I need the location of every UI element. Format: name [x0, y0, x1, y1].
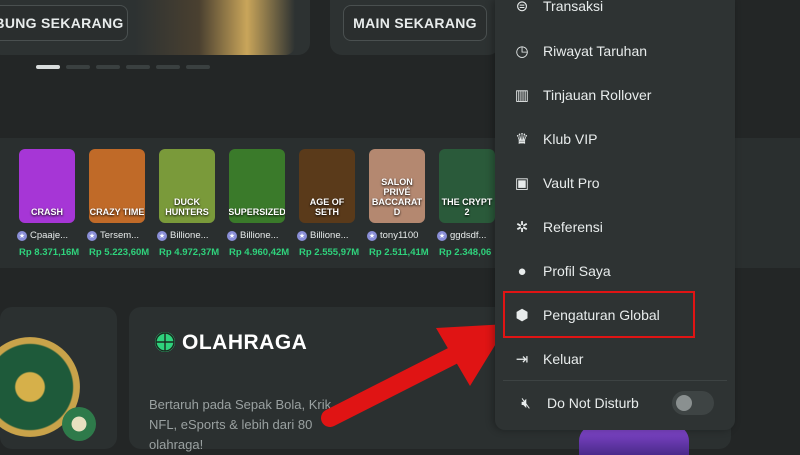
- dnd-label: Do Not Disturb: [547, 395, 639, 411]
- game-title: AGE OF SETH: [309, 197, 345, 217]
- winner-name[interactable]: ★ ggdsdf...: [437, 230, 486, 241]
- carousel-dot[interactable]: [156, 65, 180, 69]
- menu-item-transactions[interactable]: ⊜ Transaksi: [513, 0, 603, 20]
- menu-item-label: Riwayat Taruhan: [543, 43, 648, 59]
- vip-badge-icon: ★: [157, 230, 167, 241]
- red-arrow-annotation: [321, 324, 508, 427]
- carousel-dot[interactable]: [126, 65, 150, 69]
- carousel-dots[interactable]: [36, 65, 210, 69]
- sports-description: Bertaruh pada Sepak Bola, Krik... NFL, e…: [149, 397, 342, 452]
- highlight-box-annotation: [503, 291, 695, 338]
- toggle-knob: [676, 395, 692, 411]
- game-tile[interactable]: SALON PRIVÉ BACCARAT D: [369, 149, 425, 223]
- menu-item-label: Keluar: [543, 351, 584, 367]
- crown-icon: ♛: [515, 131, 529, 148]
- game-title: THE CRYPT 2: [441, 197, 493, 217]
- win-amount: Rp 2.511,41M: [369, 247, 429, 258]
- carousel-dot[interactable]: [96, 65, 120, 69]
- sports-title: OLAHRAGA: [182, 331, 308, 354]
- winner-name[interactable]: ★ Tersem...: [87, 230, 139, 241]
- player-name: Billione...: [240, 230, 279, 241]
- clock-icon: ◷: [515, 43, 529, 60]
- player-name: ggdsdf...: [450, 230, 487, 241]
- menu-item-label: Tinjauan Rollover: [543, 87, 652, 103]
- claim-now-button[interactable]: BUNG SEKARANG: [0, 5, 128, 41]
- referral-icon: ✲: [515, 219, 529, 236]
- menu-item-bet-history[interactable]: ◷ Riwayat Taruhan: [513, 37, 647, 65]
- bar-chart-icon: ▥: [514, 87, 530, 104]
- win-amount: Rp 4.960,42M: [229, 247, 290, 258]
- winner-name[interactable]: ★ Billione...: [227, 230, 279, 241]
- game-title: DUCK HUNTERS: [165, 197, 209, 217]
- game-tile[interactable]: THE CRYPT 2: [439, 149, 495, 223]
- play-now-button[interactable]: MAIN SEKARANG: [343, 5, 487, 41]
- game-tile[interactable]: AGE OF SETH: [299, 149, 355, 223]
- banner-character-image: [135, 0, 295, 55]
- vault-icon: ▣: [514, 175, 530, 192]
- menu-item-label: Vault Pro: [543, 175, 600, 191]
- game-tile[interactable]: CRASH: [19, 149, 75, 223]
- vip-badge-icon: ★: [367, 230, 377, 241]
- menu-item-vault-pro[interactable]: ▣ Vault Pro: [513, 169, 600, 197]
- carousel-dot[interactable]: [186, 65, 210, 69]
- menu-divider: [503, 380, 727, 381]
- winner-name[interactable]: ★ tony1100: [367, 230, 418, 241]
- winner-name[interactable]: ★ Billione...: [297, 230, 349, 241]
- winner-name[interactable]: ★ Billione...: [157, 230, 209, 241]
- menu-item-label: Klub VIP: [543, 131, 598, 147]
- basketball-icon: [155, 332, 175, 352]
- menu-item-label: Transaksi: [543, 0, 604, 14]
- winner-name[interactable]: ★ Cpaaje...: [17, 230, 68, 241]
- menu-item-profile[interactable]: ● Profil Saya: [513, 257, 611, 285]
- carousel-dot[interactable]: [36, 65, 60, 69]
- menu-item-rollover[interactable]: ▥ Tinjauan Rollover: [513, 81, 652, 109]
- game-title: SALON PRIVÉ BACCARAT D: [371, 177, 423, 217]
- player-name: Cpaaje...: [30, 230, 69, 241]
- game-title: CRAZY TIME: [89, 207, 145, 217]
- menu-item-label: Profil Saya: [543, 263, 611, 279]
- vip-badge-icon: ★: [297, 230, 307, 241]
- do-not-disturb-row[interactable]: 🔇︎ Do Not Disturb: [517, 389, 639, 417]
- vip-badge-icon: ★: [17, 230, 27, 241]
- casino-card[interactable]: [0, 307, 117, 449]
- game-tile[interactable]: SUPERSIZED: [229, 149, 285, 223]
- player-name: tony1100: [380, 230, 419, 241]
- mute-icon: 🔇︎: [521, 394, 531, 412]
- game-tile[interactable]: DUCK HUNTERS: [159, 149, 215, 223]
- player-name: Tersem...: [100, 230, 140, 241]
- user-icon: ●: [517, 262, 527, 280]
- menu-item-label: Referensi: [543, 219, 603, 235]
- menu-item-referral[interactable]: ✲ Referensi: [513, 213, 603, 241]
- transaction-icon: ⊜: [515, 0, 529, 15]
- vip-badge-icon: ★: [227, 230, 237, 241]
- win-amount: Rp 5.223,60M: [89, 247, 150, 258]
- carousel-dot[interactable]: [66, 65, 90, 69]
- do-not-disturb-toggle[interactable]: [672, 391, 714, 415]
- chips-image: [62, 407, 96, 441]
- game-title: CRASH: [30, 207, 63, 217]
- menu-item-vip-club[interactable]: ♛ Klub VIP: [513, 125, 597, 153]
- vip-badge-icon: ★: [437, 230, 447, 241]
- win-amount: Rp 2.348,06: [439, 247, 492, 258]
- logout-icon: ⇥: [515, 351, 529, 368]
- game-tile[interactable]: CRAZY TIME: [89, 149, 145, 223]
- win-amount: Rp 2.555,97M: [299, 247, 360, 258]
- player-name: Billione...: [170, 230, 209, 241]
- win-amount: Rp 8.371,16M: [19, 247, 80, 258]
- vip-badge-icon: ★: [87, 230, 97, 241]
- game-title: SUPERSIZED: [229, 207, 285, 217]
- menu-item-logout[interactable]: ⇥ Keluar: [513, 345, 584, 373]
- player-name: Billione...: [310, 230, 349, 241]
- win-amount: Rp 4.972,37M: [159, 247, 220, 258]
